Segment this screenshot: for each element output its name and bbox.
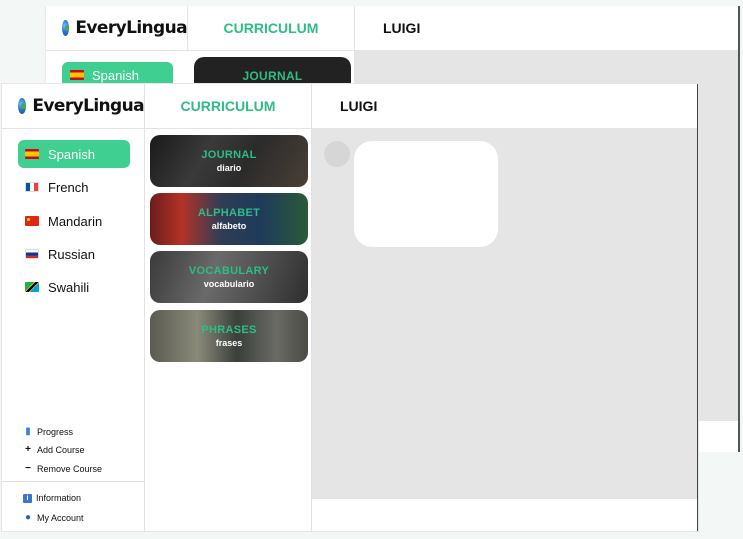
message-bubble <box>354 141 498 247</box>
sidebar-item-swahili[interactable]: Swahili <box>18 273 130 301</box>
brand[interactable]: EveryLingua <box>2 84 145 128</box>
card-title: VOCABULARY <box>188 265 270 277</box>
user-icon: ● <box>24 512 32 523</box>
card-journal[interactable]: JOURNAL diario <box>150 135 308 187</box>
back-user-name: LUIGI <box>383 20 421 36</box>
remove-course-button[interactable]: − Remove Course <box>23 463 102 474</box>
card-subtitle: vocabulario <box>203 279 255 289</box>
main-content-area <box>312 129 697 499</box>
avatar <box>324 141 350 167</box>
globe-icon <box>62 20 70 36</box>
card-title: ALPHABET <box>197 207 261 219</box>
main-footer <box>312 499 697 531</box>
sidebar-item-russian[interactable]: Russian <box>18 240 130 268</box>
card-title: JOURNAL <box>201 149 257 161</box>
header: EveryLingua CURRICULUM LUIGI <box>2 84 698 129</box>
sidebar-item-french[interactable]: French <box>18 173 130 201</box>
my-account-link[interactable]: ● My Account <box>23 512 84 523</box>
card-vocabulary[interactable]: VOCABULARY vocabulario <box>150 251 308 303</box>
spain-flag-icon <box>25 149 39 159</box>
france-flag-icon <box>25 182 39 192</box>
plus-icon: + <box>25 444 31 455</box>
back-header: EveryLingua CURRICULUM LUIGI <box>46 6 740 51</box>
bar-chart-icon: ▮ <box>25 426 31 437</box>
app-window: EveryLingua CURRICULUM LUIGI Spanish Fre… <box>2 84 698 531</box>
curriculum-column: JOURNAL diario ALPHABET alfabeto VOCABUL… <box>145 129 312 531</box>
sidebar-item-spanish[interactable]: Spanish <box>18 140 130 168</box>
info-icon: i <box>23 493 32 503</box>
language-label: Spanish <box>48 146 95 162</box>
language-label: French <box>48 179 89 195</box>
information-link[interactable]: i Information <box>23 493 81 503</box>
back-brand-name: EveryLingua <box>75 18 187 38</box>
card-subtitle: diario <box>216 163 242 173</box>
card-alphabet[interactable]: ALPHABET alfabeto <box>150 193 308 245</box>
china-flag-icon <box>25 216 39 226</box>
language-label: Swahili <box>48 279 90 295</box>
sidebar-divider <box>2 481 145 482</box>
globe-icon <box>18 98 27 114</box>
card-phrases[interactable]: PHRASES frases <box>150 310 308 362</box>
sidebar-item-mandarin[interactable]: Mandarin <box>18 207 130 235</box>
my-account-label: My Account <box>37 512 84 523</box>
add-course-label: Add Course <box>37 444 85 455</box>
information-label: Information <box>36 493 82 503</box>
language-label: Russian <box>48 246 95 262</box>
card-subtitle: alfabeto <box>211 221 247 231</box>
progress-label: Progress <box>37 426 74 437</box>
tab-curriculum[interactable]: CURRICULUM <box>145 84 312 128</box>
russia-flag-icon <box>25 249 39 259</box>
spain-flag-icon <box>70 70 84 80</box>
back-brand[interactable]: EveryLingua <box>46 6 188 50</box>
brand-name: EveryLingua <box>32 96 144 116</box>
card-title: PHRASES <box>201 324 257 336</box>
sidebar: Spanish French Mandarin Russian Swahili … <box>2 129 145 531</box>
back-language-label: Spanish <box>92 67 139 83</box>
minus-icon: − <box>25 463 31 474</box>
card-subtitle: frases <box>215 338 243 348</box>
add-course-button[interactable]: + Add Course <box>23 444 85 455</box>
window-edge <box>697 84 698 531</box>
language-label: Mandarin <box>48 213 103 229</box>
user-name: LUIGI <box>340 98 378 114</box>
tanzania-flag-icon <box>25 282 39 292</box>
progress-link[interactable]: ▮ Progress <box>23 426 73 437</box>
back-tab-curriculum[interactable]: CURRICULUM <box>188 6 355 50</box>
back-window-edge <box>738 6 740 452</box>
remove-course-label: Remove Course <box>37 463 103 474</box>
